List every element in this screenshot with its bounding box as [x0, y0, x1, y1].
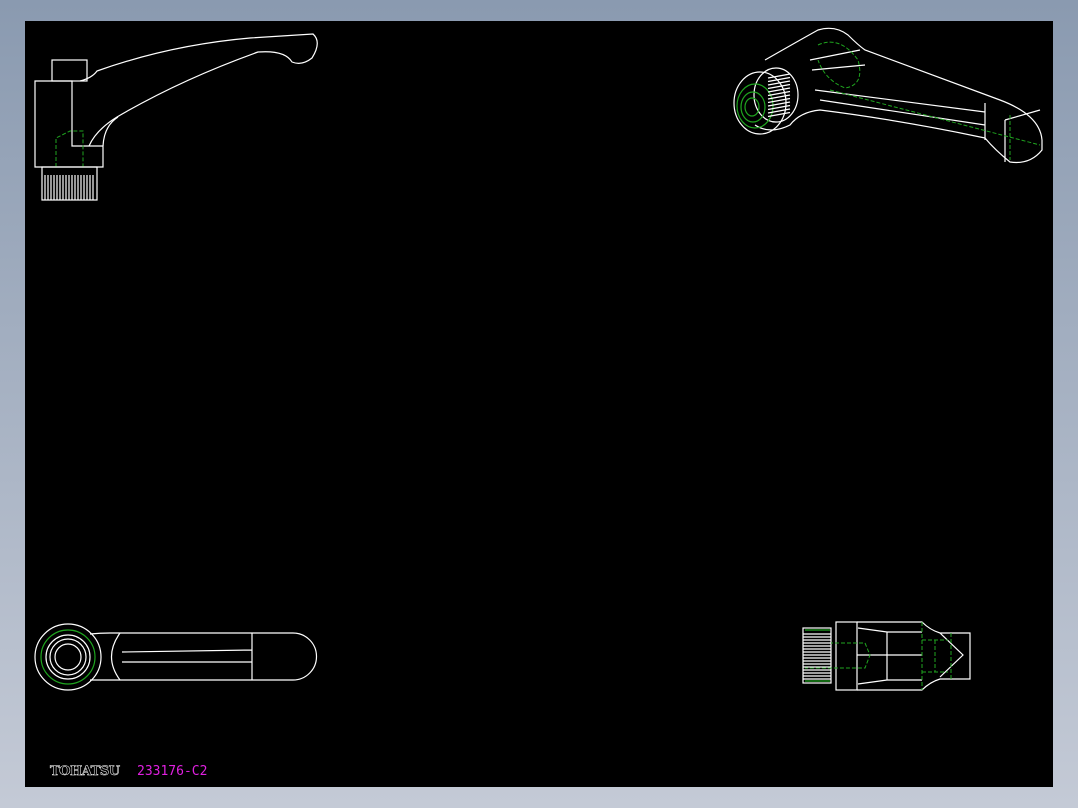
knurl-line: [767, 87, 791, 93]
isometric-view: [733, 27, 1043, 164]
knurl-line: [767, 104, 791, 111]
knurl-line: [767, 108, 791, 114]
end-view: [802, 621, 971, 691]
knurl-line: [767, 97, 791, 104]
top-view: [34, 623, 318, 691]
knurl-line: [767, 83, 791, 90]
cad-drawing-canvas[interactable]: TOHATSU 233176-C2: [25, 21, 1053, 787]
brand-logo: TOHATSU: [50, 764, 121, 780]
cad-drawing: [34, 27, 1043, 691]
side-view: [34, 33, 318, 201]
part-number-label: 233176-C2: [137, 764, 208, 779]
knurl-line: [767, 101, 791, 107]
knurl-line: [767, 90, 791, 97]
